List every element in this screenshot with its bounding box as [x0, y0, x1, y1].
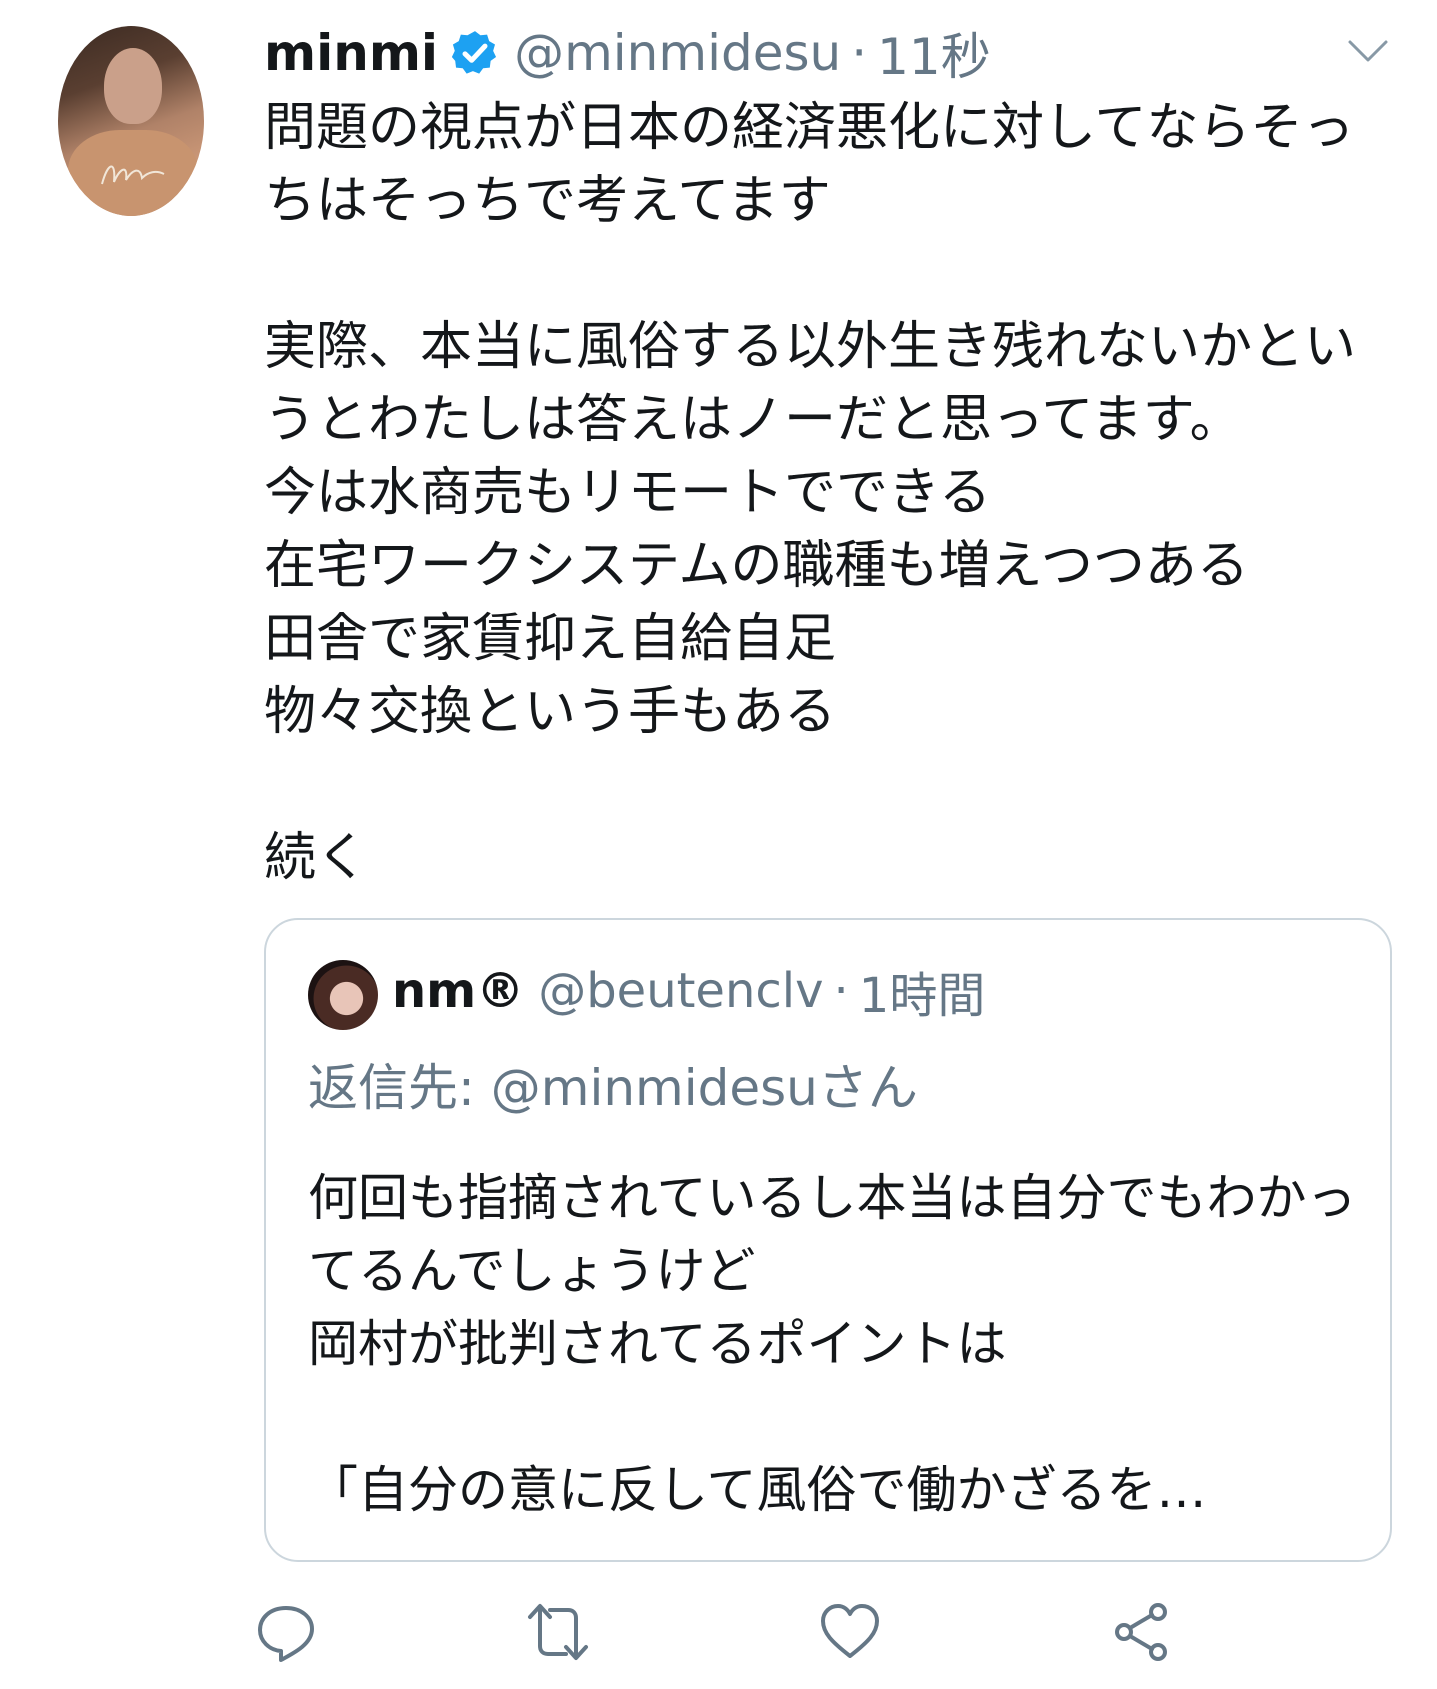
- retweet-icon: [528, 1604, 588, 1660]
- share-icon: [1115, 1603, 1167, 1661]
- quoted-display-name: nm®: [392, 963, 525, 1019]
- share-button[interactable]: [1110, 1600, 1174, 1664]
- separator-dot: ·: [851, 24, 868, 82]
- quoted-header: nm® @beutenclv · 1時間: [392, 956, 985, 1026]
- action-bar: [258, 1600, 1404, 1670]
- handle[interactable]: @minmidesu: [514, 24, 841, 82]
- quoted-tweet[interactable]: nm® @beutenclv · 1時間 返信先: @minmidesuさん 何…: [264, 918, 1392, 1562]
- reply-to-label: 返信先: @minmidesuさん: [308, 1059, 918, 1117]
- like-button[interactable]: [818, 1600, 882, 1664]
- quoted-timestamp: 1時間: [858, 968, 986, 1024]
- retweet-button[interactable]: [526, 1600, 590, 1664]
- display-name[interactable]: minmi: [264, 24, 438, 82]
- chevron-down-icon[interactable]: [1346, 34, 1390, 68]
- timestamp[interactable]: 11秒: [877, 17, 991, 89]
- tweet-text: 問題の視点が日本の経済悪化に対してならそっちはそっちで考えてます 実際、本当に風…: [264, 98, 1357, 888]
- quoted-avatar[interactable]: [308, 960, 378, 1030]
- avatar[interactable]: [58, 26, 204, 216]
- quoted-handle: @beutenclv: [538, 963, 824, 1019]
- reply-icon: [258, 1606, 314, 1662]
- verified-badge-icon: [451, 31, 497, 74]
- avatar-face: [104, 48, 162, 124]
- tweet-header: minmi @minmidesu · 11秒: [264, 18, 991, 88]
- signature-graphic: [101, 165, 165, 185]
- tweet[interactable]: minmi @minmidesu · 11秒 問題の視点が日本の経済悪化に対して…: [0, 0, 1437, 1689]
- reply-button[interactable]: [254, 1600, 318, 1664]
- quoted-text: 何回も指摘されているし本当は自分でもわかってるんでしょうけど 岡村が批判されてる…: [308, 1169, 1357, 1519]
- heart-icon: [821, 1604, 879, 1658]
- quoted-separator-dot: ·: [833, 963, 849, 1019]
